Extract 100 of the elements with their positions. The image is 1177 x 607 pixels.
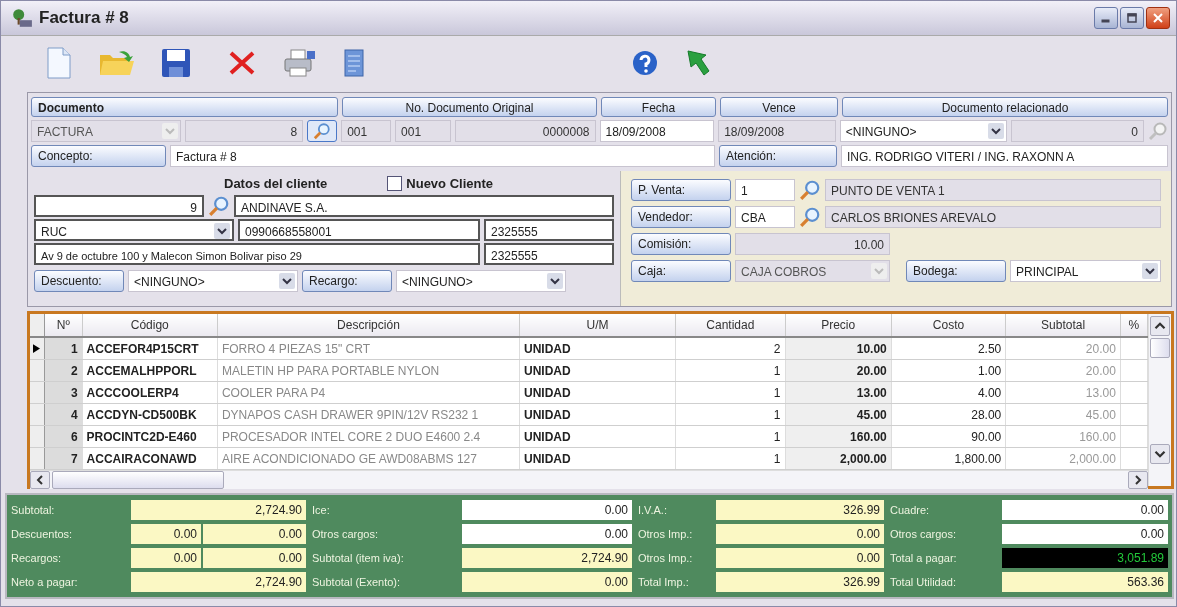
search-icon[interactable] (799, 206, 821, 228)
chevron-down-icon (1142, 263, 1158, 279)
current-row-icon (33, 343, 40, 353)
column-header[interactable]: Descripción (217, 314, 520, 337)
related-document-dropdown[interactable]: <NINGUNO> (839, 120, 1008, 142)
discount-button[interactable]: Descuento: (34, 270, 124, 292)
column-header[interactable]: Precio (785, 314, 892, 337)
table-cell: 1,800.00 (891, 447, 1006, 470)
scroll-left-icon[interactable] (30, 471, 50, 489)
concept-field[interactable]: Factura # 8 (170, 145, 715, 167)
horizontal-scrollbar[interactable] (30, 470, 1148, 489)
date-field[interactable]: 18/09/2008 (599, 120, 715, 142)
concept-button[interactable]: Concepto: (31, 145, 166, 167)
scroll-right-icon[interactable] (1128, 471, 1148, 489)
total-value-field: 326.99 (716, 571, 884, 592)
total-label: Otros Imp.: (638, 528, 694, 541)
client-code-field[interactable]: 9 (34, 195, 204, 217)
table-cell: 2,000.00 (1005, 447, 1121, 470)
search-icon[interactable] (208, 195, 230, 217)
table-cell: 90.00 (891, 425, 1006, 448)
table-cell: COOLER PARA P4 (217, 381, 520, 404)
series-field[interactable]: 001 (395, 120, 451, 142)
search-icon (313, 122, 332, 140)
attention-field[interactable]: ING. RODRIGO VITERI / ING. RAXONN A (841, 145, 1168, 167)
point-of-sale-code-field[interactable]: 1 (735, 179, 795, 201)
point-of-sale-name-field[interactable]: PUNTO DE VENTA 1 (825, 179, 1161, 201)
app-icon (11, 8, 33, 28)
total-value-field: 0.00 (203, 524, 306, 545)
help-icon[interactable] (631, 49, 659, 77)
open-folder-icon[interactable] (99, 49, 135, 77)
document-number-field[interactable]: 8 (184, 120, 304, 142)
commission-field[interactable]: 10.00 (735, 233, 890, 255)
sequence-field[interactable]: 0000008 (454, 120, 596, 142)
address-field[interactable]: Av 9 de octubre 100 y Malecon Simon Bolivar piso 29 (34, 243, 480, 265)
search-button[interactable] (307, 120, 338, 142)
column-header: Vence (720, 97, 838, 117)
table-cell: ACCDYN-CD500BK (82, 403, 218, 426)
save-icon[interactable] (161, 48, 191, 78)
new-client-checkbox[interactable]: Nuevo Cliente (387, 175, 493, 191)
table-cell: UNIDAD (519, 403, 676, 426)
close-button[interactable] (1146, 7, 1170, 29)
total-label: Cuadre: (890, 504, 931, 517)
window-title: Factura # 8 (39, 8, 129, 28)
surcharge-button[interactable]: Recargo: (302, 270, 392, 292)
seller-button[interactable]: Vendedor: (631, 206, 731, 228)
table-cell: 1 (675, 447, 786, 470)
surcharge-dropdown[interactable]: <NINGUNO> (396, 270, 566, 292)
total-value-field: 0.00 (462, 524, 632, 545)
new-document-icon[interactable] (45, 47, 73, 79)
minimize-button[interactable] (1094, 7, 1118, 29)
scroll-down-icon[interactable] (1150, 444, 1170, 464)
total-value-field: 2,724.90 (131, 500, 306, 521)
table-cell: ACCCOOLERP4 (82, 381, 218, 404)
total-label: Total Utilidad: (890, 575, 958, 588)
total-value-field: 0.00 (131, 547, 201, 568)
arrow-icon[interactable] (685, 49, 711, 77)
column-header[interactable]: Cantidad (675, 314, 786, 337)
series-field[interactable]: 001 (341, 120, 392, 142)
id-type-dropdown[interactable]: RUC (34, 219, 234, 241)
point-of-sale-button[interactable]: P. Venta: (631, 179, 731, 201)
scroll-up-icon[interactable] (1150, 316, 1170, 336)
table-cell: 1 (675, 425, 786, 448)
row-selector[interactable] (30, 337, 45, 360)
warehouse-button[interactable]: Bodega: (906, 260, 1006, 282)
client-name-field[interactable]: ANDINAVE S.A. (234, 195, 614, 217)
column-header[interactable]: Código (82, 314, 218, 337)
seller-name-field[interactable]: CARLOS BRIONES AREVALO (825, 206, 1161, 228)
search-icon[interactable] (1148, 121, 1168, 141)
seller-code-field[interactable]: CBA (735, 206, 795, 228)
phone-field[interactable]: 2325555 (484, 243, 614, 265)
total-label: I.V.A.: (638, 504, 668, 517)
total-label: Subtotal: (11, 504, 56, 517)
commission-button[interactable]: Comisión: (631, 233, 731, 255)
total-value-field: 0.00 (1002, 524, 1168, 545)
total-label: Descuentos: (11, 528, 74, 541)
related-number-field[interactable]: 0 (1011, 120, 1144, 142)
phone-field[interactable]: 2325555 (484, 219, 614, 241)
total-value-field: 2,724.90 (131, 571, 306, 592)
table-cell: 20.00 (1005, 359, 1121, 382)
printer-icon[interactable] (283, 48, 317, 78)
table-cell: 160.00 (1005, 425, 1121, 448)
scroll-thumb[interactable] (52, 471, 224, 489)
column-header[interactable]: U/M (519, 314, 676, 337)
column-header[interactable]: Subtotal (1005, 314, 1121, 337)
table-cell: ACCEFOR4P15CRT (82, 337, 218, 360)
document-icon[interactable] (343, 48, 365, 78)
discount-dropdown[interactable]: <NINGUNO> (128, 270, 298, 292)
due-date-field[interactable]: 18/09/2008 (718, 120, 836, 142)
table-cell: PROCESADOR INTEL CORE 2 DUO E4600 2.4 (217, 425, 520, 448)
id-number-field[interactable]: 0990668558001 (238, 219, 480, 241)
maximize-button[interactable] (1120, 7, 1144, 29)
vertical-scrollbar[interactable] (1148, 314, 1171, 486)
column-header[interactable]: Costo (891, 314, 1006, 337)
total-value-field: 3,051.89 (1002, 547, 1168, 568)
column-header[interactable]: Nº (44, 314, 83, 337)
attention-button[interactable]: Atención: (719, 145, 837, 167)
column-header[interactable]: % (1120, 314, 1148, 337)
scroll-thumb[interactable] (1150, 338, 1170, 358)
warehouse-dropdown[interactable]: PRINCIPAL (1010, 260, 1161, 282)
search-icon[interactable] (799, 179, 821, 201)
